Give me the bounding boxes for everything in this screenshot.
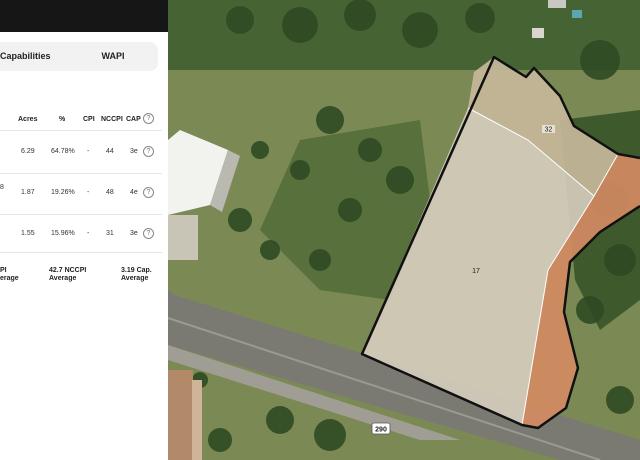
row-divider	[0, 214, 162, 215]
row-cap: 3e	[130, 230, 138, 237]
row-acres: 6.29	[21, 148, 35, 155]
soil-label-17-text: 17	[472, 268, 480, 275]
soil-label-17: 17	[472, 268, 480, 275]
row-cpi: -	[87, 189, 90, 196]
nccpi-average-value: 42.7 NCCPI	[49, 267, 87, 274]
soil-label-32-text: 32	[545, 127, 553, 134]
parking-lot	[168, 215, 198, 260]
row-divider	[0, 130, 162, 131]
row-acres: 1.55	[21, 230, 35, 237]
shed-roof	[532, 28, 544, 38]
row-nccpi: 44	[106, 148, 114, 155]
row-cpi: -	[87, 230, 90, 237]
row-acres: 1.87	[21, 189, 35, 196]
cpi-average-value: PI	[0, 267, 7, 274]
pool	[572, 10, 582, 18]
dirt-path	[192, 380, 202, 460]
row-divider	[0, 252, 162, 253]
row-percent: 19.26%	[51, 189, 75, 196]
row-cap: 4e	[130, 189, 138, 196]
help-icon[interactable]: ?	[143, 146, 154, 157]
cap-average-value: 3.19 Cap.	[121, 267, 152, 274]
row-cpi: -	[87, 148, 90, 155]
report-tabs: Capabilities WAPI	[0, 42, 158, 71]
row-percent: 15.96%	[51, 230, 75, 237]
nccpi-average-label: Average	[49, 275, 77, 282]
house-roof	[548, 0, 566, 8]
row-nccpi: 31	[106, 230, 114, 237]
highway-shield: 290	[371, 422, 391, 435]
help-icon[interactable]: ?	[143, 187, 154, 198]
row-nccpi: 48	[106, 189, 114, 196]
help-icon[interactable]: ?	[143, 228, 154, 239]
row-prefix: 8	[0, 184, 4, 191]
cpi-average-label: erage	[0, 275, 19, 282]
nccpi-average: 42.7 NCCPI Average	[49, 267, 86, 283]
top-bar	[0, 0, 168, 32]
col-header-percent: %	[59, 116, 66, 123]
col-header-nccpi: NCCPI	[101, 116, 123, 123]
help-icon[interactable]: ?	[143, 113, 154, 124]
col-header-acres: Acres	[18, 116, 38, 123]
cap-average-label: Average	[121, 275, 149, 282]
col-header-cap: CAP	[126, 116, 141, 123]
soil-label-32: 32	[542, 125, 555, 134]
dirt-lot	[168, 370, 193, 460]
soil-report-panel: Capabilities WAPI Acres % CPI NCCPI CAP …	[0, 32, 168, 460]
col-header-cpi: CPI	[83, 116, 95, 123]
tab-capabilities[interactable]: Capabilities	[0, 42, 51, 71]
cap-average: 3.19 Cap. Average	[121, 267, 152, 283]
row-percent: 64.78%	[51, 148, 75, 155]
cpi-average: PI erage	[0, 267, 19, 283]
highway-shield-label: 290	[375, 427, 387, 434]
row-cap: 3e	[130, 148, 138, 155]
tab-wapi[interactable]: WAPI	[98, 42, 128, 71]
row-divider	[0, 173, 162, 174]
